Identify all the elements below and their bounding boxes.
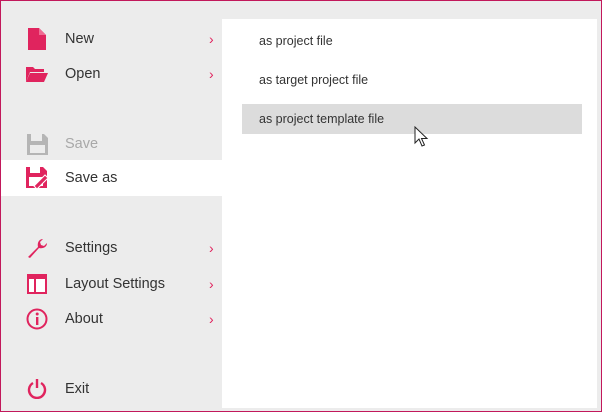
open-folder-icon [26,63,48,85]
save-icon [26,133,48,155]
app-menu-window: New › Open › Save Save as Settings › Lay… [0,0,602,412]
menu-item-exit[interactable]: Exit [1,371,223,407]
layout-icon [26,273,48,295]
chevron-right-icon: › [209,240,214,256]
menu-item-label: New [65,31,95,47]
wrench-icon [26,237,48,259]
save-as-submenu-panel: as project file as target project file a… [222,19,597,408]
submenu-item-target-project-file[interactable]: as target project file [242,65,582,95]
file-menu-sidebar: New › Open › Save Save as Settings › Lay… [1,1,223,411]
menu-item-label: Save [65,136,99,152]
chevron-right-icon: › [209,311,214,327]
power-icon [26,378,48,400]
menu-item-label: About [65,311,103,327]
new-file-icon [26,28,48,50]
menu-item-save[interactable]: Save [1,126,223,162]
chevron-right-icon: › [209,31,214,47]
submenu-item-project-template-file[interactable]: as project template file [242,104,582,134]
menu-item-about[interactable]: About › [1,301,223,337]
menu-item-label: Save as [65,170,118,186]
menu-item-label: Exit [65,381,90,397]
menu-item-save-as[interactable]: Save as [1,160,223,196]
info-icon [26,308,48,330]
menu-item-settings[interactable]: Settings › [1,230,223,266]
chevron-right-icon: › [209,66,214,82]
submenu-item-project-file[interactable]: as project file [242,26,582,56]
mouse-cursor-icon [414,126,429,147]
menu-item-label: Settings [65,240,118,256]
menu-item-label: Open [65,66,101,82]
save-as-icon [26,167,48,189]
menu-item-layout-settings[interactable]: Layout Settings › [1,266,223,302]
chevron-right-icon: › [209,276,214,292]
menu-item-open[interactable]: Open › [1,56,223,92]
menu-item-new[interactable]: New › [1,21,223,57]
menu-item-label: Layout Settings [65,276,165,292]
